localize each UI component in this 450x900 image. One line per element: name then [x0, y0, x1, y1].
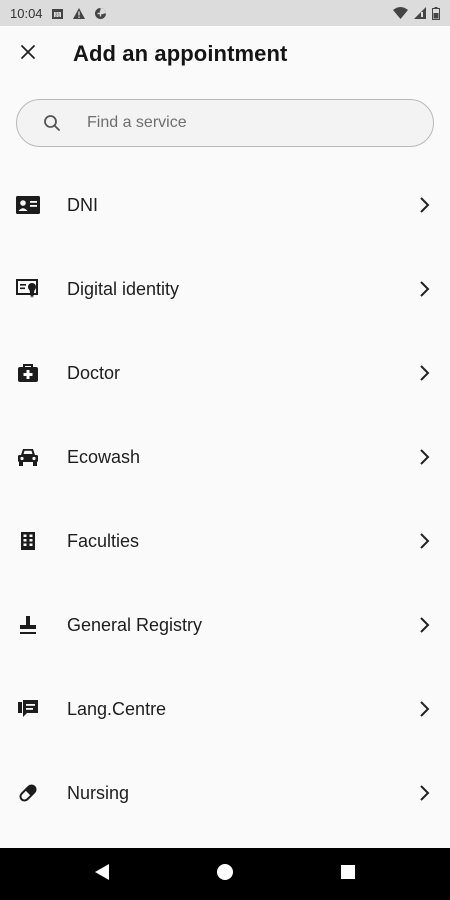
app-bar: Add an appointment: [0, 26, 450, 82]
close-icon: [20, 44, 36, 65]
search-input[interactable]: [85, 113, 389, 133]
stamp-icon: [16, 613, 40, 637]
service-item-general-registry[interactable]: General Registry: [0, 583, 450, 667]
pill-icon: [16, 781, 40, 805]
id-card-icon: [16, 193, 40, 217]
status-right: [393, 6, 440, 20]
chevron-right-icon: [412, 445, 436, 469]
building-icon: [16, 529, 40, 553]
medical-bag-icon: [16, 361, 40, 385]
service-label: General Registry: [67, 614, 203, 635]
service-item-nursing[interactable]: Nursing: [0, 751, 450, 835]
status-left: 10:04 31: [10, 6, 107, 21]
service-item-digital-identity[interactable]: Digital identity: [0, 247, 450, 331]
service-label: Doctor: [67, 362, 121, 383]
status-bar: 10:04 31: [0, 0, 450, 26]
signal-icon: [414, 7, 426, 19]
service-label: Faculties: [67, 530, 140, 551]
chevron-right-icon: [412, 697, 436, 721]
service-list: DNI Digital identity Doctor Ecowash Facu…: [0, 163, 450, 835]
search-icon: [41, 112, 63, 134]
service-item-ecowash[interactable]: Ecowash: [0, 415, 450, 499]
chevron-right-icon: [412, 193, 436, 217]
chevron-right-icon: [412, 781, 436, 805]
service-item-lang-centre[interactable]: Lang.Centre: [0, 667, 450, 751]
service-label: DNI: [67, 194, 98, 215]
chevron-right-icon: [412, 529, 436, 553]
digital-certificate-icon: [16, 277, 40, 301]
close-button[interactable]: [0, 26, 56, 82]
service-item-doctor[interactable]: Doctor: [0, 331, 450, 415]
recents-icon: [340, 864, 356, 885]
system-nav-bar: [0, 848, 450, 900]
chevron-right-icon: [412, 613, 436, 637]
car-icon: [16, 445, 40, 469]
service-item-faculties[interactable]: Faculties: [0, 499, 450, 583]
search-box[interactable]: [16, 99, 434, 147]
battery-icon: [432, 6, 440, 20]
home-button[interactable]: [201, 850, 249, 898]
back-button[interactable]: [78, 850, 126, 898]
back-icon: [94, 863, 110, 886]
svg-text:31: 31: [54, 12, 60, 18]
status-time: 10:04: [10, 5, 43, 21]
service-item-dni[interactable]: DNI: [0, 163, 450, 247]
chat-icon: [16, 697, 40, 721]
chevron-right-icon: [412, 361, 436, 385]
calendar-icon: 31: [51, 7, 64, 20]
chevron-right-icon: [412, 277, 436, 301]
warning-icon: [72, 7, 86, 20]
recents-button[interactable]: [324, 850, 372, 898]
wifi-icon: [393, 7, 408, 19]
home-icon: [216, 863, 234, 886]
service-label: Lang.Centre: [67, 698, 167, 719]
service-label: Digital identity: [67, 278, 180, 299]
page-title: Add an appointment: [73, 41, 288, 66]
service-label: Ecowash: [67, 446, 141, 467]
data-saver-icon: [94, 7, 107, 20]
service-label: Nursing: [67, 782, 130, 803]
